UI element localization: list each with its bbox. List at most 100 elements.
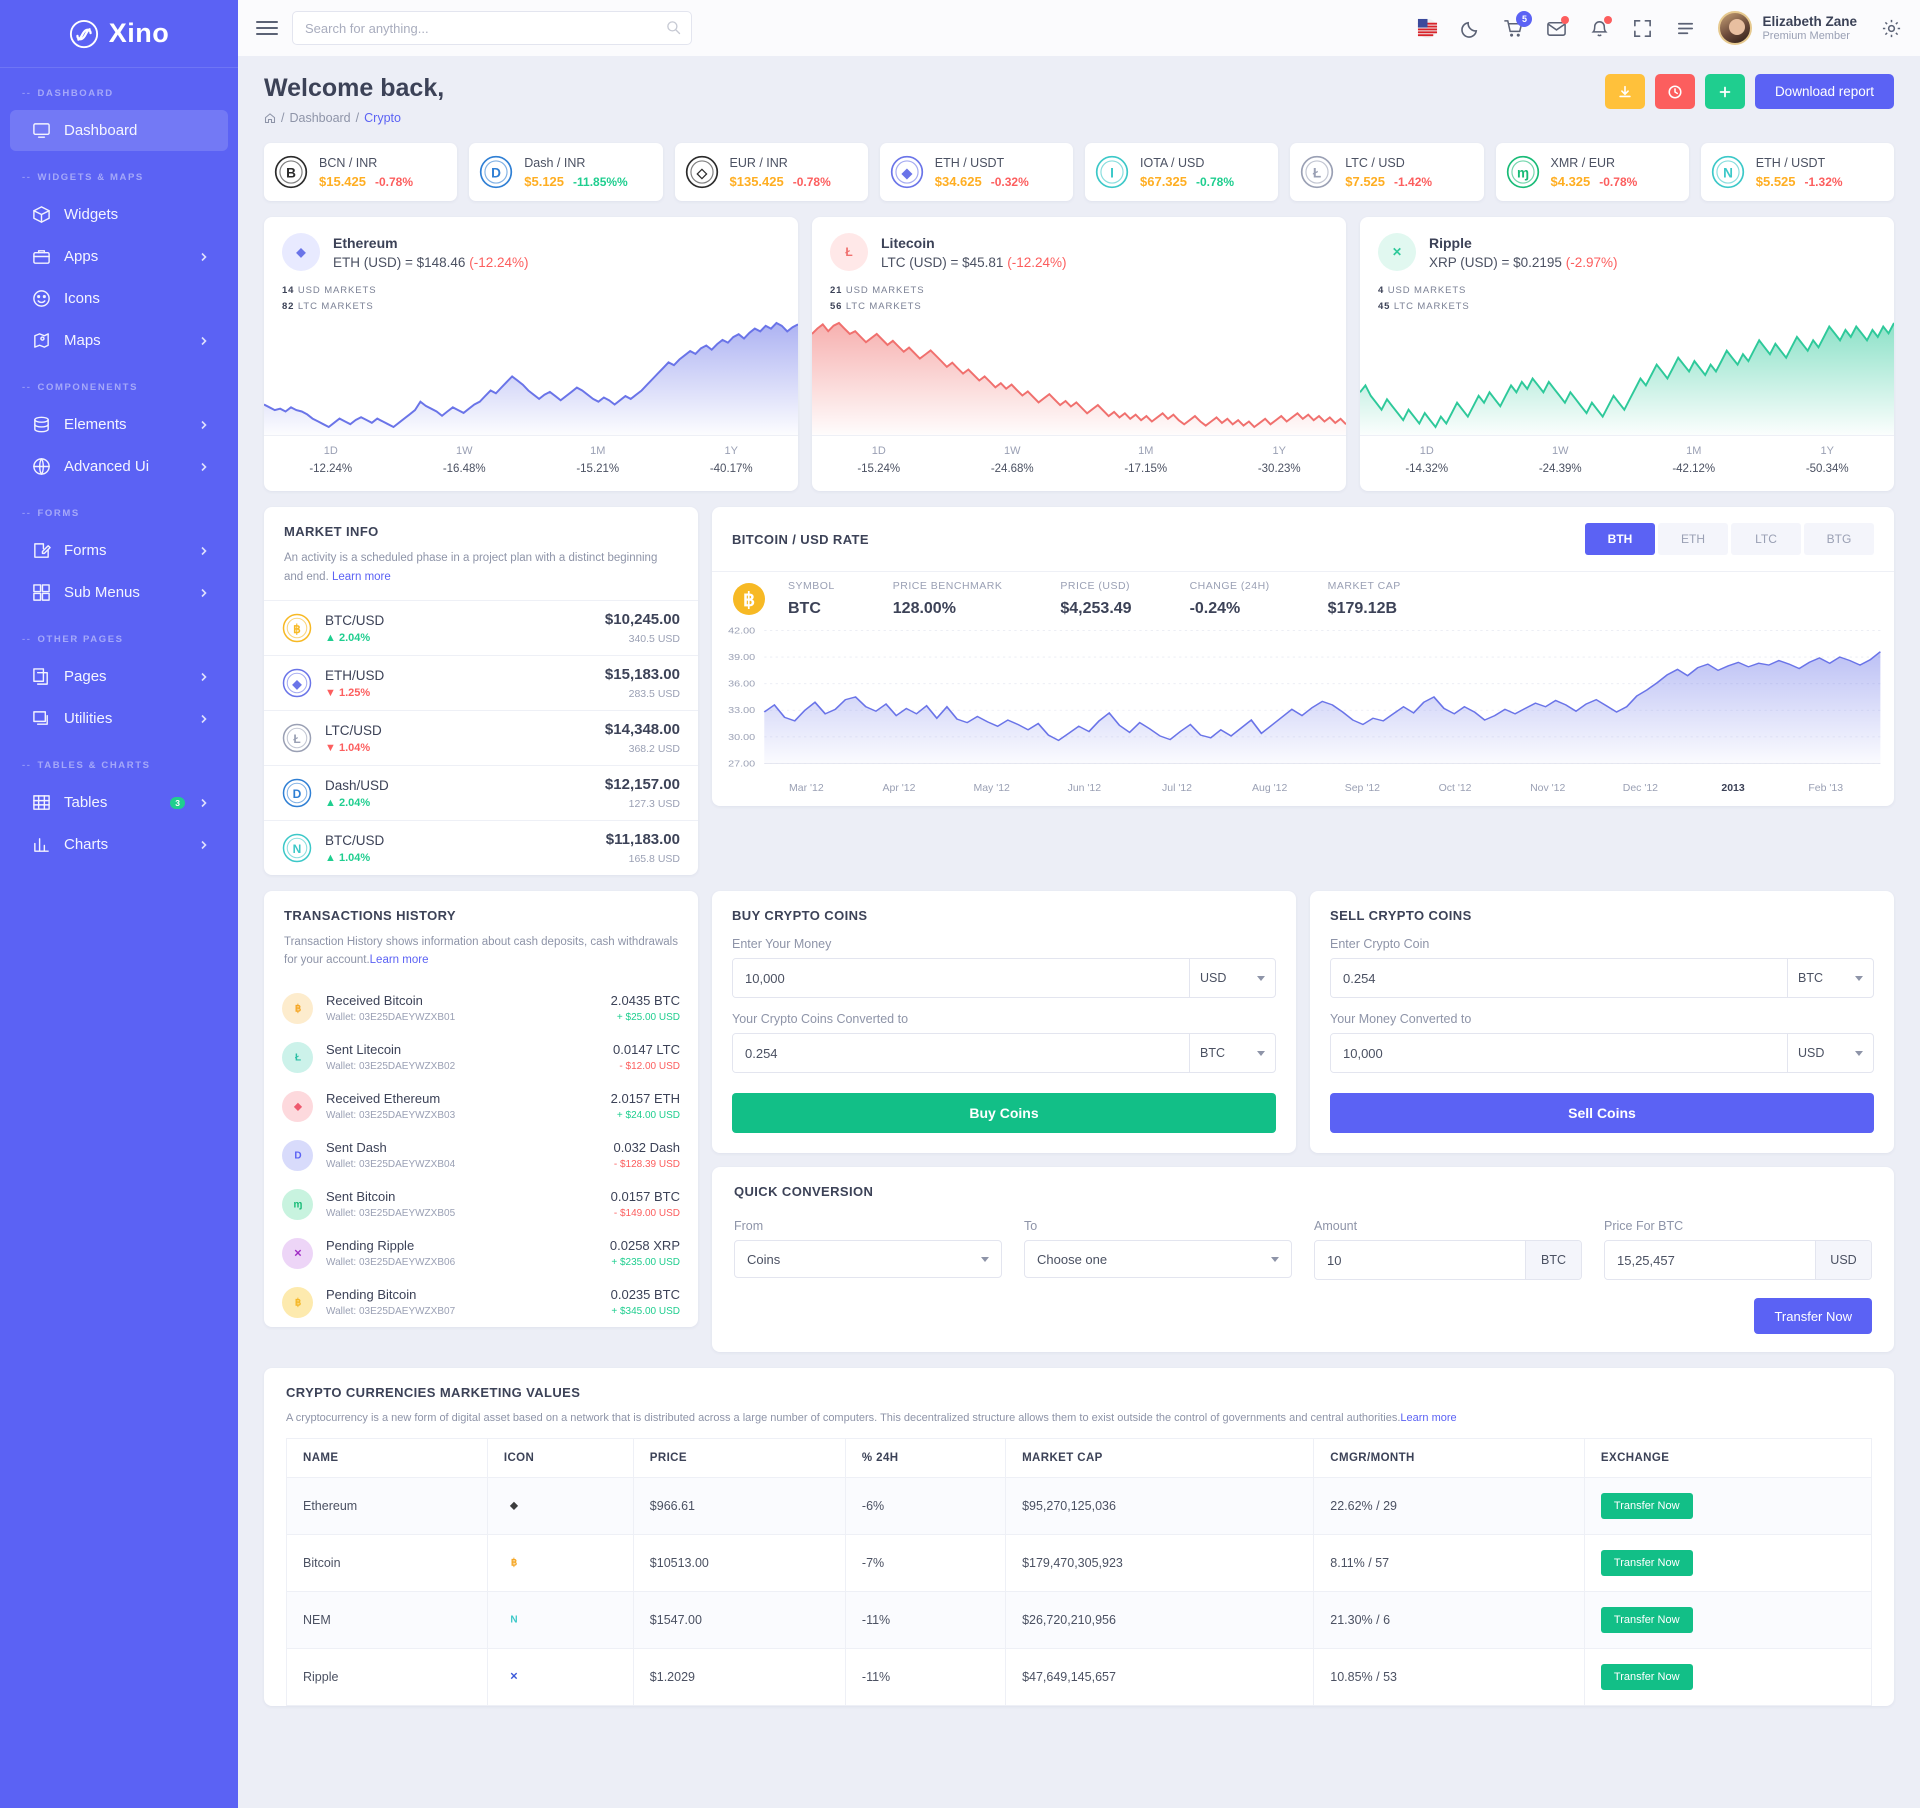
add-button[interactable] [1704,74,1745,109]
buy-coin-select[interactable]: BTC [1189,1034,1275,1073]
transaction-row[interactable]: ɱ Sent Bitcoin Wallet: 03E25DAEYWZXB05 0… [264,1180,698,1229]
coin-rate-value: LTC (USD) = $45.81 [881,254,1004,270]
transaction-row[interactable]: Ł Sent Litecoin Wallet: 03E25DAEYWZXB02 … [264,1033,698,1082]
download-button[interactable] [1604,74,1645,109]
ticker-card[interactable]: N ETH / USDT $5.525 -1.32% [1700,143,1894,201]
rate-tab-btg[interactable]: BTG [1804,523,1874,556]
transfer-now-button[interactable]: Transfer Now [1600,1664,1693,1691]
search-input[interactable] [292,11,692,45]
buy-money-input[interactable] [733,959,1189,998]
transaction-row[interactable]: ✕ Pending Ripple Wallet: 03E25DAEYWZXB06… [264,1229,698,1278]
buy-currency-value: USD [1200,971,1227,986]
user-menu[interactable]: Elizabeth Zane Premium Member [1718,11,1857,45]
brand[interactable]: Xino [0,0,238,68]
download-report-button[interactable]: Download report [1754,74,1894,109]
rate-tab-eth[interactable]: ETH [1658,523,1728,556]
coin-period-value: -30.23% [1257,463,1301,476]
sidebar-item-icons[interactable]: Icons [10,278,228,319]
breadcrumb-parent[interactable]: Dashboard [289,111,350,125]
moon-icon[interactable] [1460,18,1481,39]
transactions-link[interactable]: Learn more [370,954,429,966]
btc-stat-list: SYMBOL BTC PRICE BENCHMARK 128.00% PRICE (… [788,580,1459,618]
market-info-row[interactable]: N BTC/USD ▲ 1.04% $11,183.00 165.8 USD [264,820,698,875]
ticker-price: $5.125 [524,173,565,189]
flag-us-icon[interactable] [1417,18,1438,39]
marketing-table-link[interactable]: Learn more [1400,1412,1456,1424]
svg-text:D: D [293,787,302,801]
coin-period-value: -24.68% [990,463,1034,476]
sidebar-item-advanced-ui[interactable]: Advanced Ui [10,446,228,487]
transfer-now-button[interactable]: Transfer Now [1754,1298,1872,1335]
home-icon[interactable] [264,112,276,124]
iota-icon: I [1095,155,1129,189]
coin-rate-change: (-2.97%) [1565,254,1618,270]
sidebar-item-pages[interactable]: Pages [10,656,228,697]
ticker-card[interactable]: B BCN / INR $15.425 -0.78% [264,143,458,201]
svg-text:30.00: 30.00 [728,733,755,742]
rate-tab-ltc[interactable]: LTC [1731,523,1801,556]
ticker-card[interactable]: I IOTA / USD $67.325 -0.78% [1085,143,1279,201]
sidebar-item-dashboard[interactable]: Dashboard [10,110,228,151]
sidebar-item-forms[interactable]: Forms [10,530,228,571]
market-info-row[interactable]: ◆ ETH/USD ▼ 1.25% $15,183.00 283.5 USD [264,655,698,710]
qc-amount-input[interactable] [1315,1241,1525,1280]
sidebar-item-charts[interactable]: Charts [10,824,228,865]
sidebar-item-widgets[interactable]: Widgets [10,194,228,235]
list-toggle-icon[interactable] [1675,18,1696,39]
sidebar-item-apps[interactable]: Apps [10,236,228,277]
cell-cmgr: 22.62% / 29 [1313,1477,1585,1536]
qc-price-input[interactable] [1605,1241,1815,1280]
sell-converted-input[interactable] [1331,1034,1787,1073]
transaction-row[interactable]: ◆ Received Ethereum Wallet: 03E25DAEYWZX… [264,1082,698,1131]
sell-coin-select[interactable]: BTC [1787,959,1873,998]
coin-name: Ripple [1429,234,1472,251]
qc-to-select[interactable]: Choose one [1024,1240,1292,1279]
market-info-row[interactable]: D Dash/USD ▲ 2.04% $12,157.00 127.3 USD [264,765,698,820]
mail-icon[interactable] [1546,15,1570,39]
qc-to-value: Choose one [1037,1251,1108,1267]
rate-tab-bth[interactable]: BTH [1585,523,1655,556]
mid-row: MARKET INFO An activity is a scheduled p… [264,507,1894,876]
btc-stat-value: 128.00% [892,600,956,618]
sell-currency-select[interactable]: USD [1787,1034,1873,1073]
sidebar-item-sub-menus[interactable]: Sub Menus [10,572,228,613]
bell-icon[interactable] [1589,15,1613,39]
ticker-card[interactable]: ɱ XMR / EUR $4.325 -0.78% [1495,143,1689,201]
transaction-usd-value: - $128.39 USD [613,1159,680,1171]
transfer-now-button[interactable]: Transfer Now [1600,1550,1693,1577]
market-info-row[interactable]: Ł LTC/USD ▼ 1.04% $14,348.00 368.2 USD [264,710,698,765]
ticker-card[interactable]: Ł LTC / USD $7.525 -1.42% [1290,143,1484,201]
sidebar-item-elements[interactable]: Elements [10,404,228,445]
breadcrumb-sep2: / [355,111,360,125]
sidebar-item-maps[interactable]: Maps [10,320,228,361]
transfer-now-button[interactable]: Transfer Now [1600,1607,1693,1634]
litecoin-icon: Ł [830,233,868,271]
gear-icon[interactable] [1881,18,1902,39]
transaction-row[interactable]: ฿ Received Bitcoin Wallet: 03E25DAEYWZXB… [264,984,698,1033]
market-info-link[interactable]: Learn more [332,571,391,583]
transaction-row[interactable]: ฿ Pending Bitcoin Wallet: 03E25DAEYWZXB0… [264,1278,698,1327]
ticker-card[interactable]: ◇ EUR / INR $135.425 -0.78% [674,143,868,201]
monitor-icon [33,123,50,138]
transaction-row[interactable]: D Sent Dash Wallet: 03E25DAEYWZXB04 0.03… [264,1131,698,1180]
clock-button[interactable] [1654,74,1695,109]
fullscreen-icon[interactable] [1632,18,1653,39]
buy-converted-input[interactable] [733,1034,1189,1073]
hamburger-icon[interactable] [256,17,278,39]
buy-coins-button[interactable]: Buy Coins [732,1093,1276,1134]
ticker-card[interactable]: D Dash / INR $5.125 -11.85%% [469,143,663,201]
transfer-now-button[interactable]: Transfer Now [1600,1493,1693,1520]
buy-currency-select[interactable]: USD [1189,959,1275,998]
svg-text:◇: ◇ [695,166,708,181]
ticker-card[interactable]: ◆ ETH / USDT $34.625 -0.32% [879,143,1073,201]
sidebar-item-tables[interactable]: Tables 3 [10,782,228,823]
sell-coin-input[interactable] [1331,959,1787,998]
cart-icon[interactable]: 5 [1503,10,1533,39]
qc-from-select[interactable]: Coins [734,1240,1002,1279]
sell-coins-button[interactable]: Sell Coins [1330,1093,1874,1134]
search-icon[interactable] [666,20,681,35]
sidebar-item-utilities[interactable]: Utilities [10,698,228,739]
chevron-down-icon [1271,1256,1279,1262]
cell-change: -11% [844,1591,1007,1650]
market-info-row[interactable]: ฿ BTC/USD ▲ 2.04% $10,245.00 340.5 USD [264,600,698,655]
